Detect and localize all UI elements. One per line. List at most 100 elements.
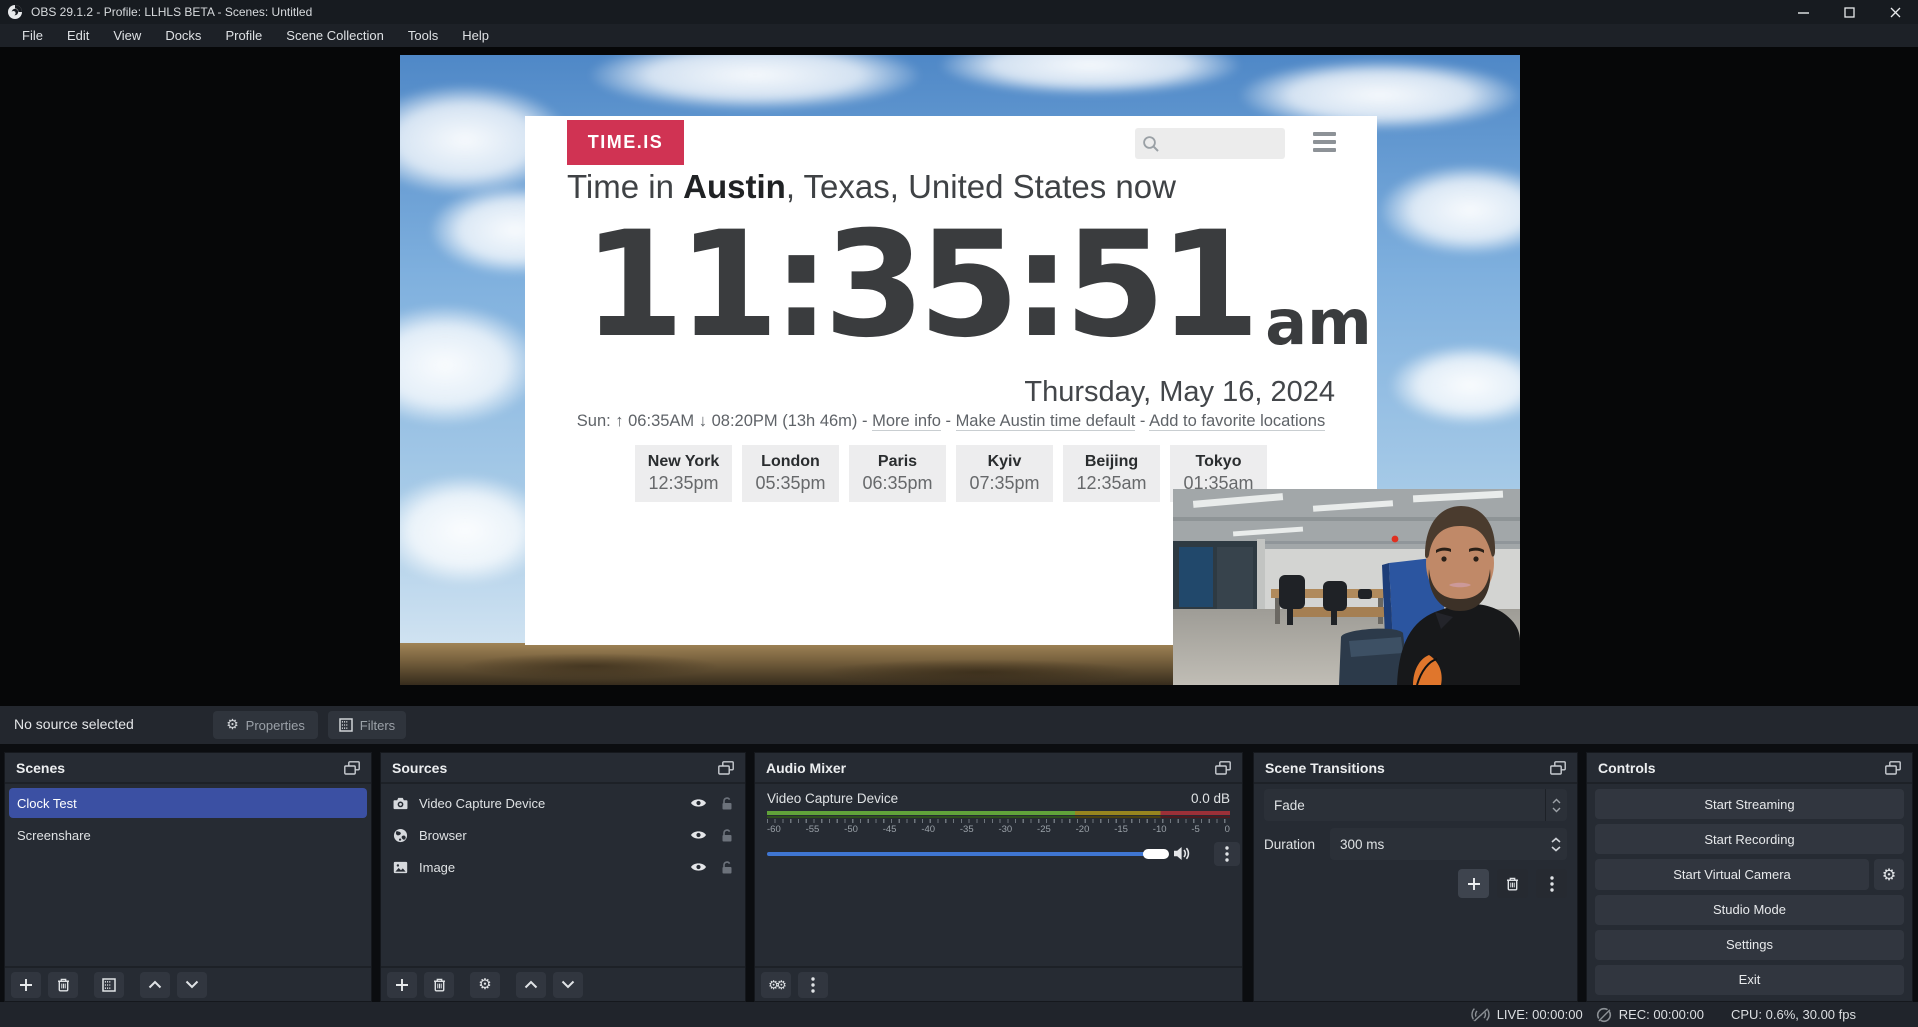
mixer-channel-menu-button[interactable] <box>1214 842 1240 866</box>
preview-area: TIME.IS Time in Austin, Texas, United St… <box>0 47 1918 706</box>
popout-icon[interactable] <box>1885 761 1901 775</box>
source-toolbar: No source selected ⚙ Properties Filters <box>0 706 1918 744</box>
make-default-link[interactable]: Make Austin time default <box>956 412 1136 431</box>
spinbox-arrows[interactable] <box>1545 828 1567 860</box>
add-favorite-link[interactable]: Add to favorite locations <box>1149 412 1325 431</box>
popout-icon[interactable] <box>718 761 734 775</box>
transitions-dock-title: Scene Transitions <box>1265 760 1385 776</box>
clock-meridiem: am <box>1265 292 1371 354</box>
volume-slider[interactable] <box>767 852 1161 856</box>
scene-preview-canvas[interactable]: TIME.IS Time in Austin, Texas, United St… <box>400 55 1520 685</box>
webcam-overlay[interactable] <box>1173 489 1520 685</box>
sources-dock: Sources Video Capture Device <box>380 752 746 1002</box>
volume-meter-secondary <box>767 816 1230 818</box>
start-recording-button[interactable]: Start Recording <box>1595 824 1904 854</box>
maximize-button[interactable] <box>1826 0 1872 24</box>
add-scene-button[interactable] <box>11 972 41 998</box>
scene-item-screenshare[interactable]: Screenshare <box>9 820 367 850</box>
audio-mixer-dock: Audio Mixer Video Capture Device 0.0 dB … <box>754 752 1243 1002</box>
city-box-london[interactable]: London 05:35pm <box>742 445 839 502</box>
rec-status: REC: 00:00:00 <box>1596 1007 1704 1023</box>
city-box-kyiv[interactable]: Kyiv 07:35pm <box>956 445 1053 502</box>
cloud <box>940 55 1240 95</box>
chevron-down-icon <box>561 980 575 989</box>
gear-icon: ⚙ <box>478 977 491 992</box>
cloud <box>590 55 920 110</box>
menu-help[interactable]: Help <box>450 24 501 47</box>
menu-edit[interactable]: Edit <box>55 24 101 47</box>
move-source-down-button[interactable] <box>553 972 583 998</box>
start-streaming-button[interactable]: Start Streaming <box>1595 789 1904 819</box>
lock-icon[interactable] <box>721 829 733 842</box>
mixer-menu-button[interactable] <box>798 972 828 998</box>
source-item-image[interactable]: Image <box>385 852 741 882</box>
transition-select[interactable]: Fade <box>1264 789 1567 821</box>
volume-meter <box>767 811 1230 815</box>
chevron-up-icon <box>524 980 538 989</box>
popout-icon[interactable] <box>1550 761 1566 775</box>
menu-scene-collection[interactable]: Scene Collection <box>274 24 396 47</box>
mixer-channel-name: Video Capture Device <box>767 791 898 806</box>
visibility-eye-icon[interactable] <box>690 829 707 841</box>
add-transition-button[interactable] <box>1458 869 1489 898</box>
exit-button[interactable]: Exit <box>1595 965 1904 995</box>
menu-docks[interactable]: Docks <box>153 24 213 47</box>
settings-button[interactable]: Settings <box>1595 930 1904 960</box>
source-item-browser[interactable]: Browser <box>385 820 741 850</box>
obs-window: OBS 29.1.2 - Profile: LLHLS BETA - Scene… <box>0 0 1918 1027</box>
volume-slider-handle[interactable] <box>1143 849 1169 859</box>
source-item-video-capture[interactable]: Video Capture Device <box>385 788 741 818</box>
scene-item-clock-test[interactable]: Clock Test <box>9 788 367 818</box>
filters-button[interactable]: Filters <box>328 711 406 739</box>
minimize-button[interactable] <box>1780 0 1826 24</box>
cpu-fps-stats: CPU: 0.6%, 30.00 fps <box>1731 1007 1856 1022</box>
dots-vertical-icon <box>811 977 815 993</box>
city-box-paris[interactable]: Paris 06:35pm <box>849 445 946 502</box>
properties-button[interactable]: ⚙ Properties <box>213 711 318 739</box>
transition-properties-button[interactable] <box>1536 869 1567 898</box>
lock-icon[interactable] <box>721 861 733 874</box>
add-source-button[interactable] <box>387 972 417 998</box>
scene-filters-button[interactable] <box>94 972 124 998</box>
cloud <box>1380 165 1520 255</box>
speaker-icon[interactable] <box>1173 846 1191 866</box>
record-inactive-icon <box>1596 1007 1612 1023</box>
remove-source-button[interactable] <box>424 972 454 998</box>
virtual-camera-config-button[interactable]: ⚙ <box>1874 859 1904 889</box>
city-box-beijing[interactable]: Beijing 12:35am <box>1063 445 1160 502</box>
city-box-new-york[interactable]: New York 12:35pm <box>635 445 732 502</box>
close-button[interactable] <box>1872 0 1918 24</box>
status-bar: LIVE: 00:00:00 REC: 00:00:00 CPU: 0.6%, … <box>0 1002 1918 1027</box>
hamburger-menu-icon[interactable] <box>1313 132 1336 152</box>
remove-scene-button[interactable] <box>48 972 78 998</box>
remove-transition-button[interactable] <box>1497 869 1528 898</box>
advanced-audio-button[interactable]: ⚙⚙ <box>761 972 791 998</box>
lock-icon[interactable] <box>721 797 733 810</box>
start-virtual-camera-button[interactable]: Start Virtual Camera <box>1595 859 1869 889</box>
more-info-link[interactable]: More info <box>872 412 941 431</box>
move-source-up-button[interactable] <box>516 972 546 998</box>
menu-view[interactable]: View <box>101 24 153 47</box>
visibility-eye-icon[interactable] <box>690 861 707 873</box>
visibility-eye-icon[interactable] <box>690 797 707 809</box>
select-spinner-icons <box>1545 789 1567 821</box>
menu-bar: File Edit View Docks Profile Scene Colle… <box>0 24 1918 47</box>
plus-icon <box>19 978 33 992</box>
popout-icon[interactable] <box>1215 761 1231 775</box>
menu-tools[interactable]: Tools <box>396 24 450 47</box>
dots-vertical-icon <box>1225 846 1229 862</box>
studio-mode-button[interactable]: Studio Mode <box>1595 895 1904 925</box>
popout-icon[interactable] <box>344 761 360 775</box>
rec-timer: REC: 00:00:00 <box>1619 1007 1704 1022</box>
move-scene-up-button[interactable] <box>140 972 170 998</box>
menu-file[interactable]: File <box>10 24 55 47</box>
duration-spinbox[interactable]: 300 ms <box>1330 828 1567 860</box>
source-properties-button[interactable]: ⚙ <box>470 972 500 998</box>
search-input[interactable] <box>1135 128 1285 159</box>
move-scene-down-button[interactable] <box>177 972 207 998</box>
timeis-logo[interactable]: TIME.IS <box>567 120 684 165</box>
close-icon <box>1890 7 1901 18</box>
sources-dock-header: Sources <box>381 753 745 784</box>
menu-profile[interactable]: Profile <box>213 24 274 47</box>
sources-dock-title: Sources <box>392 760 447 776</box>
